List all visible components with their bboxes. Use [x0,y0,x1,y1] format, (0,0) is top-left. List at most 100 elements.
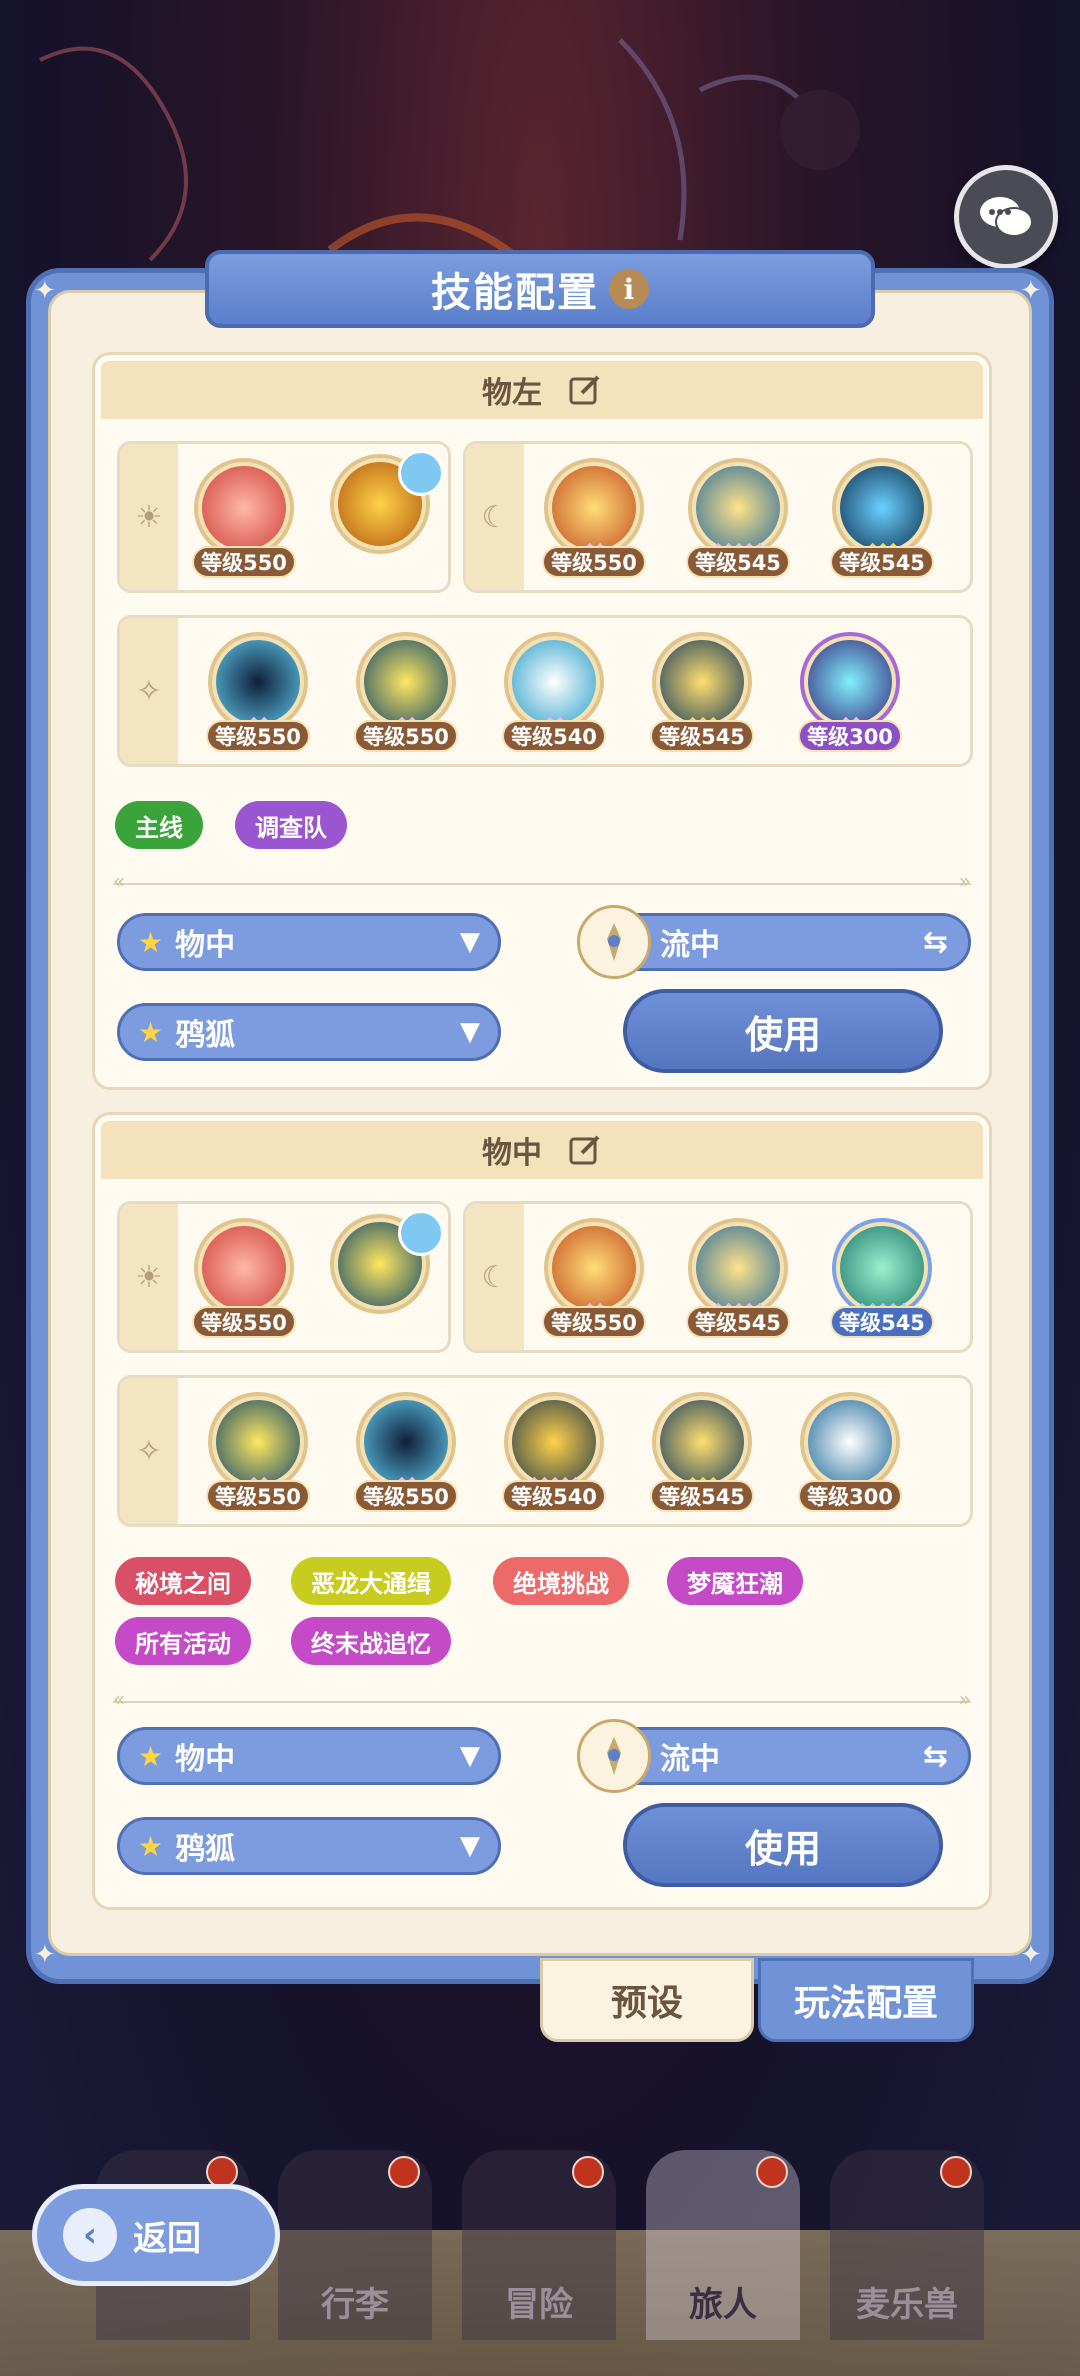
skill-slot[interactable]: ◆◆ 等级550 [352,1392,460,1514]
mode-tag[interactable]: 调查队 [235,801,347,849]
dropdown-arrow-icon: ▼ [460,1741,480,1771]
corner-sparkle-icon: ✦ [1020,276,1042,306]
skill-level: 等级300 [798,1480,902,1512]
corner-sparkle-icon: ✦ [34,1940,56,1970]
skill-level: 等级550 [206,1480,310,1512]
dropdown-value: 物中 [175,1742,236,1777]
skill-slot[interactable]: ◆◆ 等级550 [352,632,460,754]
corner-sparkle-icon: ✦ [34,276,56,306]
skill-slot[interactable]: ◆◆ 等级550 [540,458,648,580]
edit-icon[interactable] [568,373,602,407]
skill-slot[interactable]: ◆◆ 等级550 [540,1218,648,1340]
notification-dot [940,2156,972,2188]
skill-level: 等级540 [502,720,606,752]
pet-dropdown[interactable]: ★ 鸦狐 ▼ [117,1817,501,1875]
back-button[interactable]: ‹ 返回 [32,2184,280,2286]
mode-tag[interactable]: 所有活动 [115,1617,251,1665]
mode-emblem-icon [577,905,651,979]
preset-header: 物中 [101,1121,983,1179]
dropdown-value: 物中 [175,928,236,963]
skill-slot[interactable]: ◆◆◆ 等级545 [648,1392,756,1514]
back-arrow-icon: ‹ [63,2208,117,2262]
skill-slot[interactable]: ◆◆◆ 等级545 [828,458,936,580]
chat-button[interactable] [954,165,1058,269]
moon-icon: ☾ [466,444,524,590]
star-icon: ★ [138,1829,164,1863]
moon-icon: ☾ [466,1204,524,1350]
sun-slot-box: ☀ 等级550 [117,441,451,593]
dropdown-value: 鸦狐 [175,1832,236,1867]
nav-item-adventure[interactable]: 冒险 [462,2150,616,2340]
swap-icon[interactable]: ⇆ [923,1739,948,1774]
mode-emblem-icon [577,1719,651,1793]
mode-tag[interactable]: 梦魇狂潮 [667,1557,803,1605]
notification-dot [388,2156,420,2188]
skill-slot[interactable]: 等级550 [190,1218,298,1340]
swap-icon[interactable]: ⇆ [923,925,948,960]
mode-tag[interactable]: 秘境之间 [115,1557,251,1605]
skill-level: 等级550 [542,546,646,578]
use-button[interactable]: 使用 [623,989,943,1073]
skill-slot[interactable]: ◆◆◆◆◆ 等级545 [828,1218,936,1340]
skill-slot[interactable]: ◆◆◆◆◆ 等级540 [500,1392,608,1514]
skill-level: 等级540 [502,1480,606,1512]
skill-slot[interactable]: 等级550 [190,458,298,580]
edit-icon[interactable] [568,1133,602,1167]
preset-name: 物左 [482,376,542,411]
skill-slot[interactable]: ◆◆◆ 等级545 [648,632,756,754]
star-slot-box: ✧ ◆◆ 等级550 ◆◆ 等级550 ◆◆◆◆◆ 等级540 ◆◆◆ 等级54… [117,1375,973,1527]
skill-slot[interactable]: ◆◆◆◆◆ 等级545 [684,1218,792,1340]
skill-level: 等级545 [650,1480,754,1512]
info-icon[interactable]: i [609,269,649,309]
preset-dropdown[interactable]: ★ 物中 ▼ [117,913,501,971]
skill-slot[interactable]: ◆◆ 等级550 [204,632,312,754]
skill-level: 等级550 [542,1306,646,1338]
dropdown-arrow-icon: ▼ [460,1017,480,1047]
mode-tag[interactable]: 绝境挑战 [493,1557,629,1605]
mode-tag[interactable]: 终末战追忆 [291,1617,451,1665]
preset-card: 物中 ☀ 等级550 ☾ ◆◆ 等级550 ◆◆◆◆◆ 等级545 [92,1112,992,1910]
dropdown-value: 鸦狐 [175,1018,236,1053]
skill-slot[interactable]: ◆◆ 等级550 [204,1392,312,1514]
notification-dot [756,2156,788,2188]
mode-value: 流中 [660,928,720,963]
mode-tag[interactable]: 主线 [115,801,203,849]
pet-dropdown[interactable]: ★ 鸦狐 ▼ [117,1003,501,1061]
title-banner: 技能配置 i [205,250,875,328]
moon-slot-box: ☾ ◆◆ 等级550 ◆◆◆◆◆ 等级545 ◆◆◆◆◆ 等级545 [463,1201,973,1353]
skill-slot[interactable]: 等级300 [796,1392,904,1514]
use-button[interactable]: 使用 [623,1803,943,1887]
moon-slot-box: ☾ ◆◆ 等级550 ◆◆◆◆◆ 等级545 ◆◆◆ 等级545 [463,441,973,593]
skill-level: 等级545 [686,1306,790,1338]
mode-value: 流中 [660,1742,720,1777]
star-icon: ★ [138,1739,164,1773]
weapon-badge-icon [398,1210,444,1256]
preset-dropdown[interactable]: ★ 物中 ▼ [117,1727,501,1785]
skill-level: 等级545 [686,546,790,578]
sparkle-icon: ✧ [120,618,178,764]
preset-card: 物左 ☀ 等级550 ☾ ◆◆ 等级550 ◆◆◆◆◆ 等级545 [92,352,992,1090]
dropdown-arrow-icon: ▼ [460,1831,480,1861]
corner-sparkle-icon: ✦ [1020,1940,1042,1970]
star-icon: ★ [138,1015,164,1049]
skill-slot[interactable]: ◆◆ 等级300 [796,632,904,754]
nav-item-luggage[interactable]: 行李 [278,2150,432,2340]
back-label: 返回 [133,2218,201,2259]
mode-tag[interactable]: 恶龙大通缉 [291,1557,451,1605]
tab-preset[interactable]: 预设 [540,1958,754,2042]
skill-level: 等级545 [830,1306,934,1338]
skill-level: 等级550 [354,720,458,752]
divider [113,869,971,893]
notification-dot [572,2156,604,2188]
sparkle-icon: ✧ [120,1378,178,1524]
tab-mode-config[interactable]: 玩法配置 [758,1958,974,2042]
sun-icon: ☀ [120,1204,178,1350]
dropdown-arrow-icon: ▼ [460,927,480,957]
skill-slot[interactable]: ◆◆ 等级540 [500,632,608,754]
skill-level: 等级550 [192,546,296,578]
divider [113,1687,971,1711]
page-title: 技能配置 [431,270,599,316]
nav-item-pets[interactable]: 麦乐兽 [830,2150,984,2340]
nav-item-traveler[interactable]: 旅人 [646,2150,800,2340]
skill-slot[interactable]: ◆◆◆◆◆ 等级545 [684,458,792,580]
